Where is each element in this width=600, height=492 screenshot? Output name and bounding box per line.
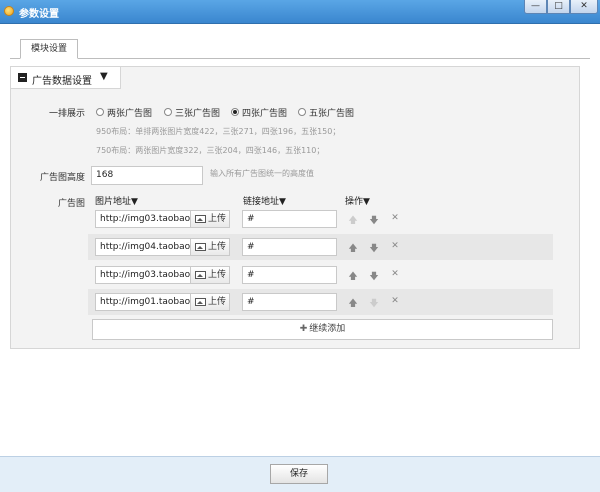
image-url-input[interactable]: http://img03.taobaocdn.com (95, 210, 191, 228)
upload-label: 上传 (207, 242, 226, 252)
radio-two-ads[interactable] (96, 108, 104, 116)
delete-icon[interactable]: ✕ (389, 213, 401, 223)
image-url-input[interactable]: http://img03.taobaocdn.com (95, 266, 191, 284)
height-label: 广告图高度 (39, 173, 85, 183)
delete-icon[interactable]: ✕ (389, 241, 401, 251)
link-url-input[interactable]: # (242, 266, 337, 284)
add-more-label: 继续添加 (309, 324, 346, 334)
collapse-icon[interactable] (18, 73, 27, 82)
upload-label: 上传 (207, 270, 226, 280)
image-icon (195, 298, 206, 306)
tab-module-settings[interactable]: 模块设置 (20, 39, 78, 59)
maximize-button[interactable]: □ (547, 0, 570, 14)
minimize-button[interactable]: — (524, 0, 547, 14)
radio-five-ads[interactable] (298, 108, 306, 116)
radio-label-two[interactable]: 两张广告图 (107, 106, 152, 119)
image-url-input[interactable]: http://img01.taobaocdn.com (95, 293, 191, 311)
panel-title: 广告数据设置 (32, 76, 92, 87)
height-input[interactable]: 168 (91, 166, 203, 185)
plus-icon: ✚ (299, 324, 308, 334)
title-bar: 参数设置 — □ ✕ (0, 0, 600, 24)
move-down-icon[interactable]: 🡇 (368, 269, 380, 285)
close-button[interactable]: ✕ (570, 0, 598, 14)
move-up-icon[interactable]: 🡅 (347, 269, 359, 285)
radio-four-ads[interactable] (231, 108, 239, 116)
link-url-input[interactable]: # (242, 210, 337, 228)
upload-button[interactable]: 上传 (190, 293, 230, 311)
footer-bar: 保存 (0, 456, 600, 492)
radio-label-three[interactable]: 三张广告图 (175, 106, 220, 119)
upload-button[interactable]: 上传 (190, 210, 230, 228)
radio-label-five[interactable]: 五张广告图 (309, 106, 354, 119)
link-url-input[interactable]: # (242, 293, 337, 311)
panel-header[interactable]: 广告数据设置 ▼ (11, 67, 121, 89)
image-icon (195, 271, 206, 279)
image-icon (195, 243, 206, 251)
link-url-input[interactable]: # (242, 238, 337, 256)
chevron-down-icon[interactable]: ▼ (100, 71, 108, 82)
layout-label: 一排展示 (48, 109, 85, 119)
move-down-icon: 🡇 (369, 299, 379, 309)
delete-icon[interactable]: ✕ (389, 296, 401, 306)
hint-750-layout: 750布局：两张图片宽度322，三张204，四张146，五张110； (96, 146, 325, 155)
upload-button[interactable]: 上传 (190, 238, 230, 256)
move-up-icon: 🡅 (348, 216, 358, 226)
move-down-icon[interactable]: 🡇 (368, 213, 380, 229)
image-icon (195, 215, 206, 223)
height-hint: 输入所有广告图统一的高度值 (210, 169, 314, 178)
radio-label-four[interactable]: 四张广告图 (242, 106, 287, 119)
save-button[interactable]: 保存 (270, 464, 328, 484)
add-more-button[interactable]: ✚ 继续添加 (92, 319, 553, 340)
upload-label: 上传 (207, 214, 226, 224)
delete-icon[interactable]: ✕ (389, 269, 401, 279)
window-title: 参数设置 (19, 9, 59, 20)
radio-three-ads[interactable] (164, 108, 172, 116)
move-up-icon[interactable]: 🡅 (347, 241, 359, 257)
image-url-input[interactable]: http://img04.taobaocdn.com (95, 238, 191, 256)
upload-button[interactable]: 上传 (190, 266, 230, 284)
move-down-icon[interactable]: 🡇 (368, 241, 380, 257)
ads-label: 广告图 (57, 199, 85, 209)
tab-divider (10, 58, 590, 59)
move-up-icon[interactable]: 🡅 (347, 296, 359, 312)
upload-label: 上传 (207, 297, 226, 307)
app-logo-icon (4, 6, 14, 16)
hint-950-layout: 950布局：单排两张图片宽度422，三张271，四张196，五张150； (96, 127, 341, 136)
